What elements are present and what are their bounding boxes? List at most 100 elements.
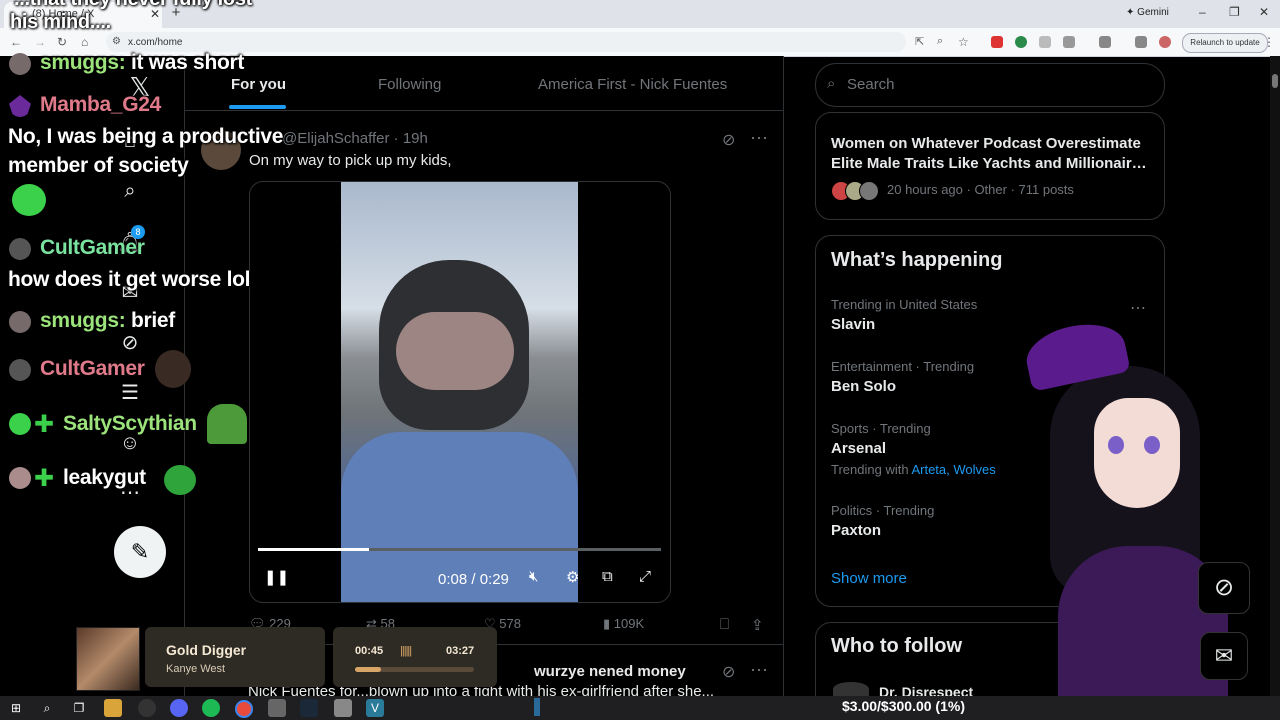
compose-post-button[interactable]: ✎ (114, 526, 166, 578)
chat-badge-icon: ✚ (34, 411, 55, 438)
chat-message: leakygut (63, 466, 146, 490)
lists-nav-icon[interactable]: ☰ (117, 380, 143, 406)
explore-nav-icon[interactable]: ⌕ (117, 178, 143, 204)
discord-icon[interactable] (170, 699, 188, 717)
browser-menu-icon[interactable]: ⋮ (1263, 35, 1275, 49)
trend-category: Sports · Trending (831, 421, 931, 436)
steam-icon[interactable] (300, 699, 318, 717)
trend-category: Politics · Trending (831, 503, 935, 518)
vs-code-icon[interactable]: V (366, 699, 384, 717)
video-time: 0:08 / 0:29 (438, 571, 509, 588)
extensions-puzzle-icon[interactable] (1063, 36, 1075, 48)
settings-icon[interactable]: ⚙ (566, 568, 579, 586)
grok-icon[interactable]: ⊘ (722, 662, 735, 682)
spotify-icon[interactable] (202, 699, 220, 717)
tab-following[interactable]: Following (378, 76, 441, 93)
trend-name[interactable]: Paxton (831, 522, 881, 539)
chat-emote (12, 184, 46, 216)
chat-badge-icon (9, 413, 31, 435)
maximize-icon[interactable]: ❐ (1229, 5, 1240, 19)
chat-message: Mamba_G24 (40, 93, 161, 117)
url-text[interactable]: x.com/home (128, 37, 182, 48)
grok-icon[interactable]: ⊘ (722, 130, 735, 150)
extension-icon[interactable] (1039, 36, 1051, 48)
trend-name[interactable]: Arsenal (831, 440, 886, 457)
omnibox[interactable] (106, 32, 906, 52)
grok-nav-icon[interactable]: ⊘ (117, 330, 143, 356)
news-title[interactable]: Women on Whatever Podcast Overestimate E… (831, 134, 1151, 174)
task-view-icon[interactable]: ❐ (70, 699, 88, 717)
avatar-eye (1144, 436, 1160, 454)
song-artist: Kanye West (166, 663, 226, 675)
close-window-icon[interactable]: ✕ (1259, 5, 1269, 19)
search-icon[interactable]: ⌕ (38, 699, 56, 717)
site-info-icon[interactable]: ⚙ (112, 36, 121, 47)
trend-name[interactable]: Ben Solo (831, 378, 896, 395)
views-button[interactable]: ▮ 109K (603, 616, 644, 632)
music-progress-fill (355, 667, 381, 672)
profile-avatar[interactable] (1159, 36, 1171, 48)
zoom-icon[interactable]: ⌕ (937, 35, 943, 48)
chat-message: CultGamer (40, 236, 145, 260)
reload-icon[interactable]: ↻ (57, 35, 67, 49)
trend-more-icon[interactable]: ⋯ (1130, 298, 1146, 318)
chat-emote (164, 465, 196, 495)
active-tab-indicator (229, 105, 286, 109)
avatar[interactable] (833, 682, 869, 696)
tab-for-you[interactable]: For you (231, 76, 286, 93)
chat-username: smuggs: (40, 51, 126, 74)
trending-with-link[interactable]: Arteta, (911, 462, 949, 477)
share-icon[interactable]: ⇪ (751, 616, 764, 634)
menu-lines-icon[interactable] (1135, 36, 1147, 48)
relaunch-button[interactable]: Relaunch to update (1182, 33, 1268, 53)
elapsed-time: 00:45 (355, 645, 384, 657)
app-icon[interactable] (334, 699, 352, 717)
trend-category: Trending in United States (831, 297, 978, 312)
chat-username: Mamba_G24 (40, 93, 162, 116)
minimize-icon[interactable]: – (1199, 5, 1206, 19)
file-explorer-icon[interactable] (104, 699, 122, 717)
gemini-button[interactable]: ✦ Gemini (1126, 7, 1169, 18)
chat-username: SaltyScythian (63, 412, 197, 435)
fullscreen-icon[interactable]: ⤢ (639, 568, 651, 585)
post-handle[interactable]: @ElijahSchaffer · 19h (282, 130, 428, 147)
chat-avatar (9, 53, 31, 75)
app-icon[interactable] (268, 699, 286, 717)
messages-float-button[interactable]: ✉ (1200, 632, 1248, 680)
tab-list[interactable]: America First - Nick Fuentes (538, 76, 727, 93)
trend-name[interactable]: Slavin (831, 316, 875, 333)
chat-message: SaltyScythian (63, 412, 197, 436)
install-icon[interactable]: ⇱ (915, 35, 924, 48)
extension-icon[interactable] (1015, 36, 1027, 48)
more-options-icon[interactable]: ⋯ (750, 660, 768, 681)
back-icon[interactable]: ← (10, 35, 22, 49)
home-icon[interactable]: ⌂ (81, 35, 88, 49)
show-more-link[interactable]: Show more (831, 570, 907, 587)
scrollbar-thumb[interactable] (1272, 74, 1278, 88)
start-icon[interactable]: ⊞ (7, 699, 25, 717)
album-art (76, 627, 140, 691)
video-progress-bar[interactable] (258, 548, 661, 551)
app-icon[interactable] (138, 699, 156, 717)
bookmark-icon[interactable]: ⎕ (720, 616, 729, 633)
side-panel-icon[interactable] (1099, 36, 1111, 48)
extension-icon[interactable] (991, 36, 1003, 48)
trending-with-link[interactable]: Wolves (953, 462, 995, 477)
search-placeholder: Search (847, 76, 895, 93)
total-time: 03:27 (446, 645, 475, 657)
grok-float-button[interactable]: ⊘ (1198, 562, 1250, 614)
mute-icon[interactable]: 🔇︎ (529, 568, 538, 585)
bookmark-star-icon[interactable]: ☆ (958, 35, 969, 49)
forward-icon[interactable]: → (34, 35, 46, 49)
more-options-icon[interactable]: ⋯ (750, 128, 768, 149)
chat-username: leakygut (63, 466, 146, 489)
avatar-face (1094, 398, 1180, 508)
pip-icon[interactable]: ⧉ (602, 568, 613, 585)
scrollbar[interactable] (1270, 56, 1280, 696)
pause-icon[interactable]: ❚❚ (264, 568, 289, 586)
like-count: 578 (499, 616, 521, 631)
chrome-icon[interactable] (235, 700, 253, 718)
video-player[interactable]: ❚❚ 0:08 / 0:29 🔇︎ ⚙ ⧉ ⤢ (249, 181, 671, 603)
next-post-name[interactable]: wurzye nened money (534, 663, 686, 680)
news-meta: 20 hours ago · Other · 711 posts (887, 182, 1074, 197)
